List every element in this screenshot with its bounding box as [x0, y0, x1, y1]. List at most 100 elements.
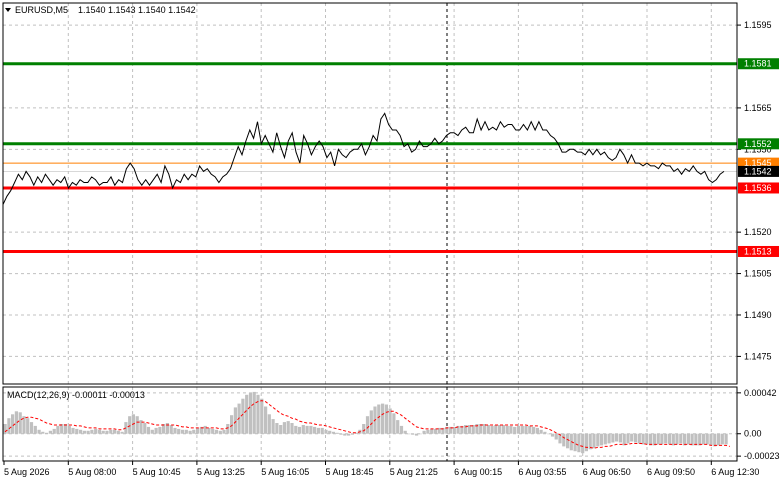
macd-bar [71, 427, 75, 434]
macd-bar [592, 433, 596, 449]
macd-bar [248, 392, 253, 434]
macd-bar [686, 433, 690, 445]
macd-bar [86, 430, 90, 434]
macd-bar [316, 427, 320, 434]
macd-bar [717, 433, 721, 446]
trading-chart[interactable]: 1.15951.15651.15501.15201.15051.14901.14… [0, 0, 781, 489]
macd-bar [196, 427, 200, 434]
macd-bar [577, 433, 581, 453]
macd-bar [75, 428, 79, 434]
time-axis-label: 5 Aug 16:05 [261, 467, 309, 477]
time-axis-label: 5 Aug 08:00 [68, 467, 116, 477]
macd-bar [433, 428, 437, 434]
macd-bar [528, 425, 532, 434]
macd-bar [146, 426, 151, 434]
price-axis-label: 1.1520 [744, 227, 772, 237]
macd-bar [407, 433, 411, 435]
macd-bar [422, 430, 426, 434]
macd-bar [513, 426, 517, 434]
price-axis-label: 1.1595 [744, 20, 772, 30]
macd-bar [377, 404, 381, 434]
macd-bar [516, 425, 521, 434]
macd-bar [192, 429, 196, 434]
macd-bar [203, 425, 207, 434]
macd-axis-label: -0.00023 [744, 451, 780, 461]
macd-bar [226, 424, 230, 434]
time-axis-label: 5 Aug 10:45 [133, 467, 181, 477]
macd-bar [630, 433, 634, 442]
macd-bar [297, 426, 302, 434]
macd-bar [705, 433, 709, 445]
macd-bar [599, 433, 604, 446]
time-axis-label: 6 Aug 12:30 [711, 467, 759, 477]
macd-bar [184, 429, 188, 434]
macd-bar [403, 430, 407, 434]
macd-bar [120, 431, 124, 434]
macd-bar [720, 433, 724, 445]
macd-bar [109, 429, 113, 434]
macd-bar [396, 420, 400, 434]
macd-bar [656, 433, 660, 445]
macd-bar [286, 421, 290, 434]
macd-bar [581, 433, 585, 454]
macd-bar [67, 425, 71, 434]
macd-bar [241, 398, 245, 434]
macd-bar [554, 433, 558, 440]
macd-bar [294, 425, 298, 434]
macd-bar [101, 430, 105, 434]
macd-bar [369, 410, 373, 434]
macd-bar [233, 407, 237, 434]
macd-bar [267, 414, 271, 434]
macd-bar [207, 427, 211, 434]
macd-bar [535, 427, 539, 434]
macd-bar [116, 430, 120, 434]
macd-bar [177, 428, 181, 434]
macd-bar [188, 430, 192, 434]
macd-bar [362, 424, 366, 434]
ohlc-values: 1.1540 1.1543 1.1540 1.1542 [78, 5, 196, 15]
macd-axis-label: 0.00042 [744, 388, 777, 398]
macd-bar [135, 416, 139, 434]
macd-bar [671, 433, 675, 446]
macd-bar [713, 433, 717, 447]
time-axis-label: 6 Aug 00:15 [454, 467, 502, 477]
macd-bar [279, 425, 283, 434]
macd-bar [7, 418, 11, 434]
macd-bar [33, 425, 37, 434]
macd-bar [675, 433, 679, 445]
time-axis-label: 5 Aug 21:25 [390, 467, 438, 477]
macd-bar [690, 433, 694, 446]
time-axis-label: 5 Aug 2026 [4, 467, 50, 477]
macd-bar [641, 433, 645, 445]
macd-bar [679, 433, 683, 444]
macd-axis-label: 0.00 [744, 429, 762, 439]
macd-bar [701, 433, 706, 445]
macd-bar [649, 433, 653, 446]
macd-bar [509, 425, 513, 434]
macd-bar [222, 429, 226, 434]
macd-bar [392, 413, 396, 434]
macd-bar [211, 428, 215, 434]
macd-bar [505, 425, 509, 434]
macd-bar [150, 429, 154, 434]
macd-bar [113, 429, 117, 434]
macd-bar [97, 429, 102, 434]
macd-bar [173, 427, 177, 434]
macd-bar [550, 433, 555, 437]
macd-bar [48, 430, 52, 434]
macd-bar [494, 425, 498, 434]
macd-bar [430, 428, 434, 434]
macd-bar [271, 419, 275, 434]
price-axis-label: 1.1505 [744, 269, 772, 279]
macd-bar [218, 430, 222, 434]
macd-bar [214, 429, 219, 434]
macd-bar [260, 398, 264, 434]
macd-bar [388, 408, 392, 434]
macd-bar [611, 433, 615, 443]
macd-bar [37, 429, 41, 434]
level-tag-text: 1.1542 [744, 166, 772, 176]
macd-bar [180, 429, 185, 434]
macd-bar [82, 430, 86, 434]
macd-bar [615, 433, 619, 442]
macd-bar [490, 425, 494, 434]
